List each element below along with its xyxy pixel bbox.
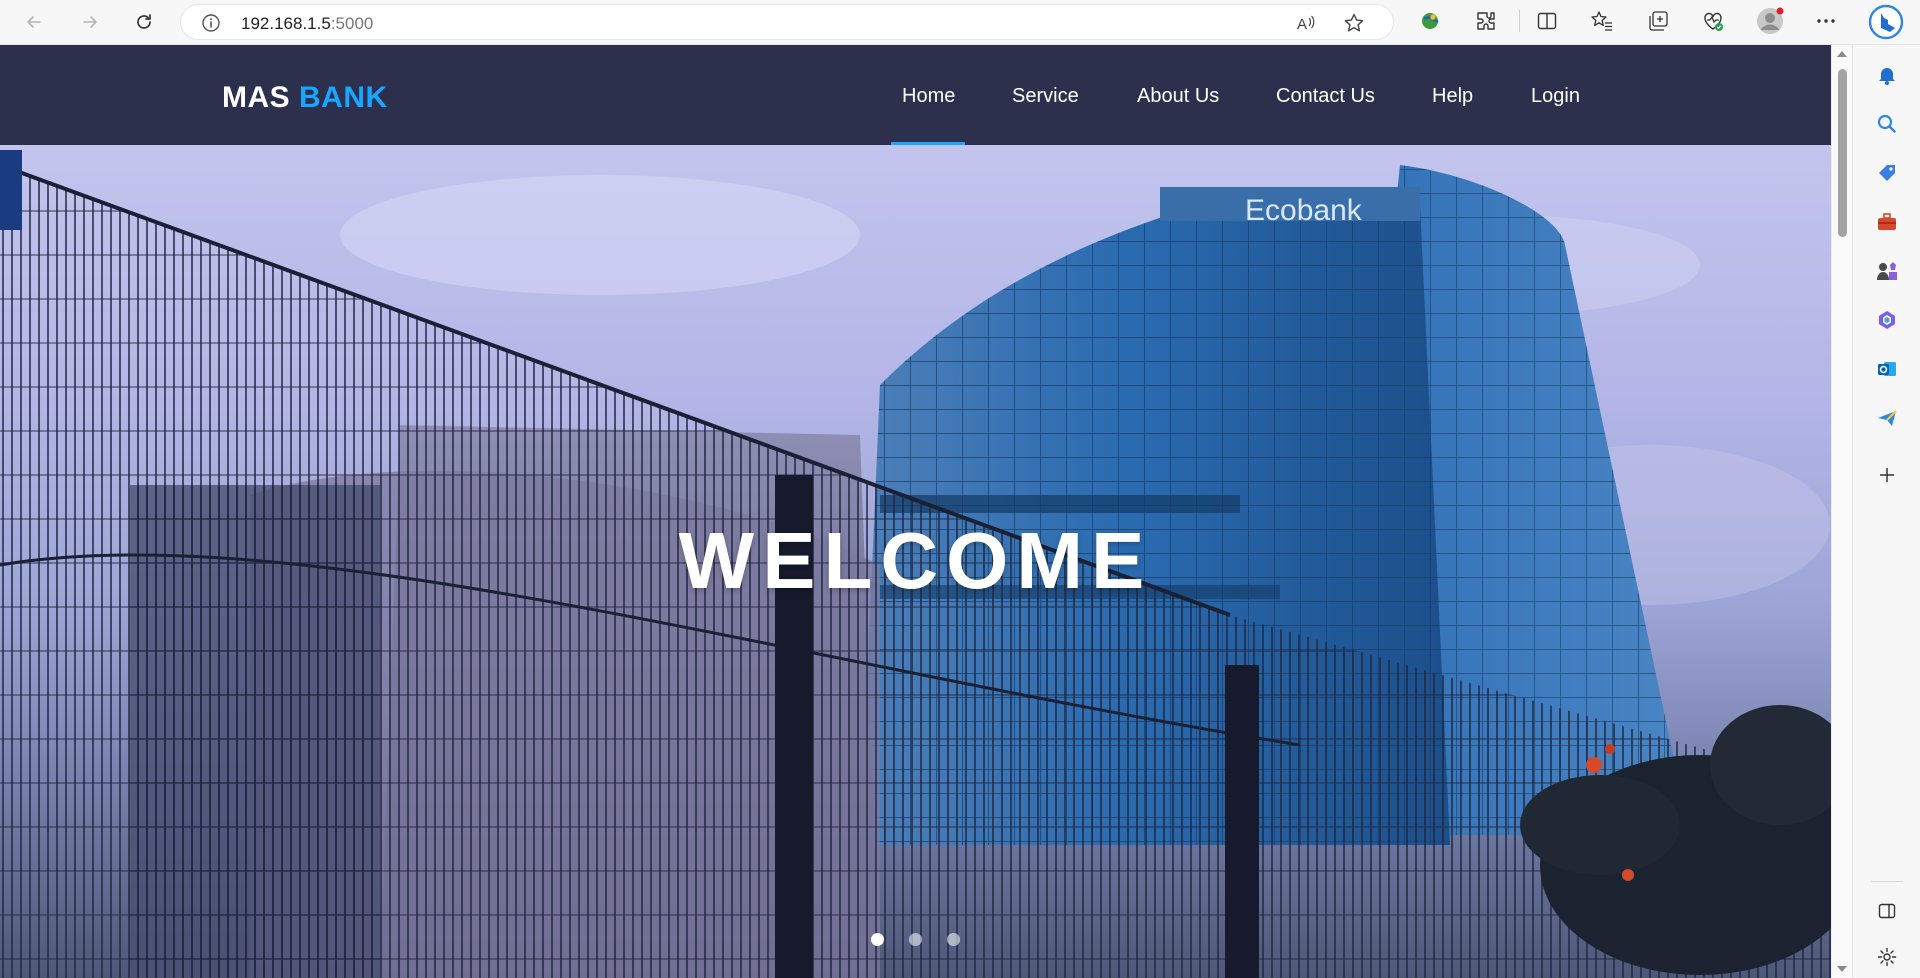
site-logo[interactable]: MAS BANK [222, 81, 388, 115]
forward-button[interactable] [74, 6, 106, 38]
arrow-left-icon [27, 16, 41, 28]
edge-sidebar [1852, 45, 1920, 978]
outlook-icon[interactable] [1873, 355, 1901, 383]
extensions-icon[interactable] [1474, 9, 1498, 33]
collections-globe-icon[interactable] [1418, 9, 1442, 33]
nav-link-contact-us[interactable]: Contact Us [1276, 85, 1375, 108]
svg-text:A: A [1297, 16, 1307, 33]
browser-toolbar: 192.168.1.5:5000 A [0, 0, 1920, 45]
site-header: MAS BANK Home Service About Us Contact U… [0, 45, 1831, 145]
notifications-bell-icon[interactable] [1873, 61, 1901, 89]
nav-link-about-us[interactable]: About Us [1137, 85, 1219, 108]
add-icon[interactable] [1873, 461, 1901, 489]
split-screen-icon[interactable] [1535, 9, 1559, 33]
nav-link-home[interactable]: Home [902, 85, 955, 108]
favorite-star-icon[interactable] [1343, 12, 1365, 34]
search-icon[interactable] [1873, 110, 1901, 138]
web-page: MAS BANK Home Service About Us Contact U… [0, 45, 1831, 978]
url-text[interactable]: 192.168.1.5:5000 [241, 14, 373, 34]
nav-link-service[interactable]: Service [1012, 85, 1079, 108]
carousel-dot-2[interactable] [909, 933, 922, 946]
logo-accent-text: BANK [299, 81, 388, 114]
copilot-icon[interactable] [1868, 4, 1904, 40]
send-icon[interactable] [1873, 404, 1901, 432]
games-icon[interactable] [1873, 257, 1901, 285]
carousel-dot-3[interactable] [947, 933, 960, 946]
sidebar-toggle-icon[interactable] [1873, 897, 1901, 925]
toolbar-divider [1519, 10, 1520, 32]
more-options-icon[interactable] [1814, 9, 1838, 33]
scroll-up-arrow[interactable] [1837, 51, 1847, 57]
logo-primary-text: MAS [222, 81, 291, 114]
page-scrollbar[interactable] [1831, 45, 1852, 978]
collections-icon[interactable] [1646, 9, 1670, 33]
tools-briefcase-icon[interactable] [1873, 208, 1901, 236]
read-aloud-icon[interactable]: A [1295, 12, 1317, 34]
scroll-down-arrow[interactable] [1837, 966, 1847, 972]
scroll-thumb[interactable] [1838, 69, 1847, 237]
favorites-icon[interactable] [1590, 9, 1614, 33]
url-port: :5000 [330, 14, 374, 33]
nav-link-help[interactable]: Help [1432, 85, 1473, 108]
shopping-tag-icon[interactable] [1873, 159, 1901, 187]
site-info-icon[interactable] [201, 13, 221, 33]
url-host: 192.168.1.5 [241, 14, 331, 33]
microsoft365-icon[interactable] [1873, 306, 1901, 334]
reload-button[interactable] [128, 6, 160, 38]
building-sign-text: Ecobank [1245, 194, 1363, 227]
profile-avatar[interactable] [1756, 7, 1784, 35]
settings-gear-icon[interactable] [1873, 943, 1901, 971]
arrow-right-icon [83, 16, 97, 28]
carousel-indicators [0, 933, 1831, 947]
reload-icon [137, 14, 151, 29]
address-bar[interactable]: 192.168.1.5:5000 A [180, 4, 1394, 40]
sidebar-divider [1871, 881, 1903, 882]
hero-carousel: Ecobank WELCOME [0, 145, 1831, 978]
browser-essentials-icon[interactable] [1701, 9, 1725, 33]
back-button[interactable] [18, 6, 50, 38]
nav-link-login[interactable]: Login [1531, 85, 1580, 108]
hero-headline: WELCOME [678, 516, 1153, 605]
carousel-dot-1[interactable] [871, 933, 884, 946]
